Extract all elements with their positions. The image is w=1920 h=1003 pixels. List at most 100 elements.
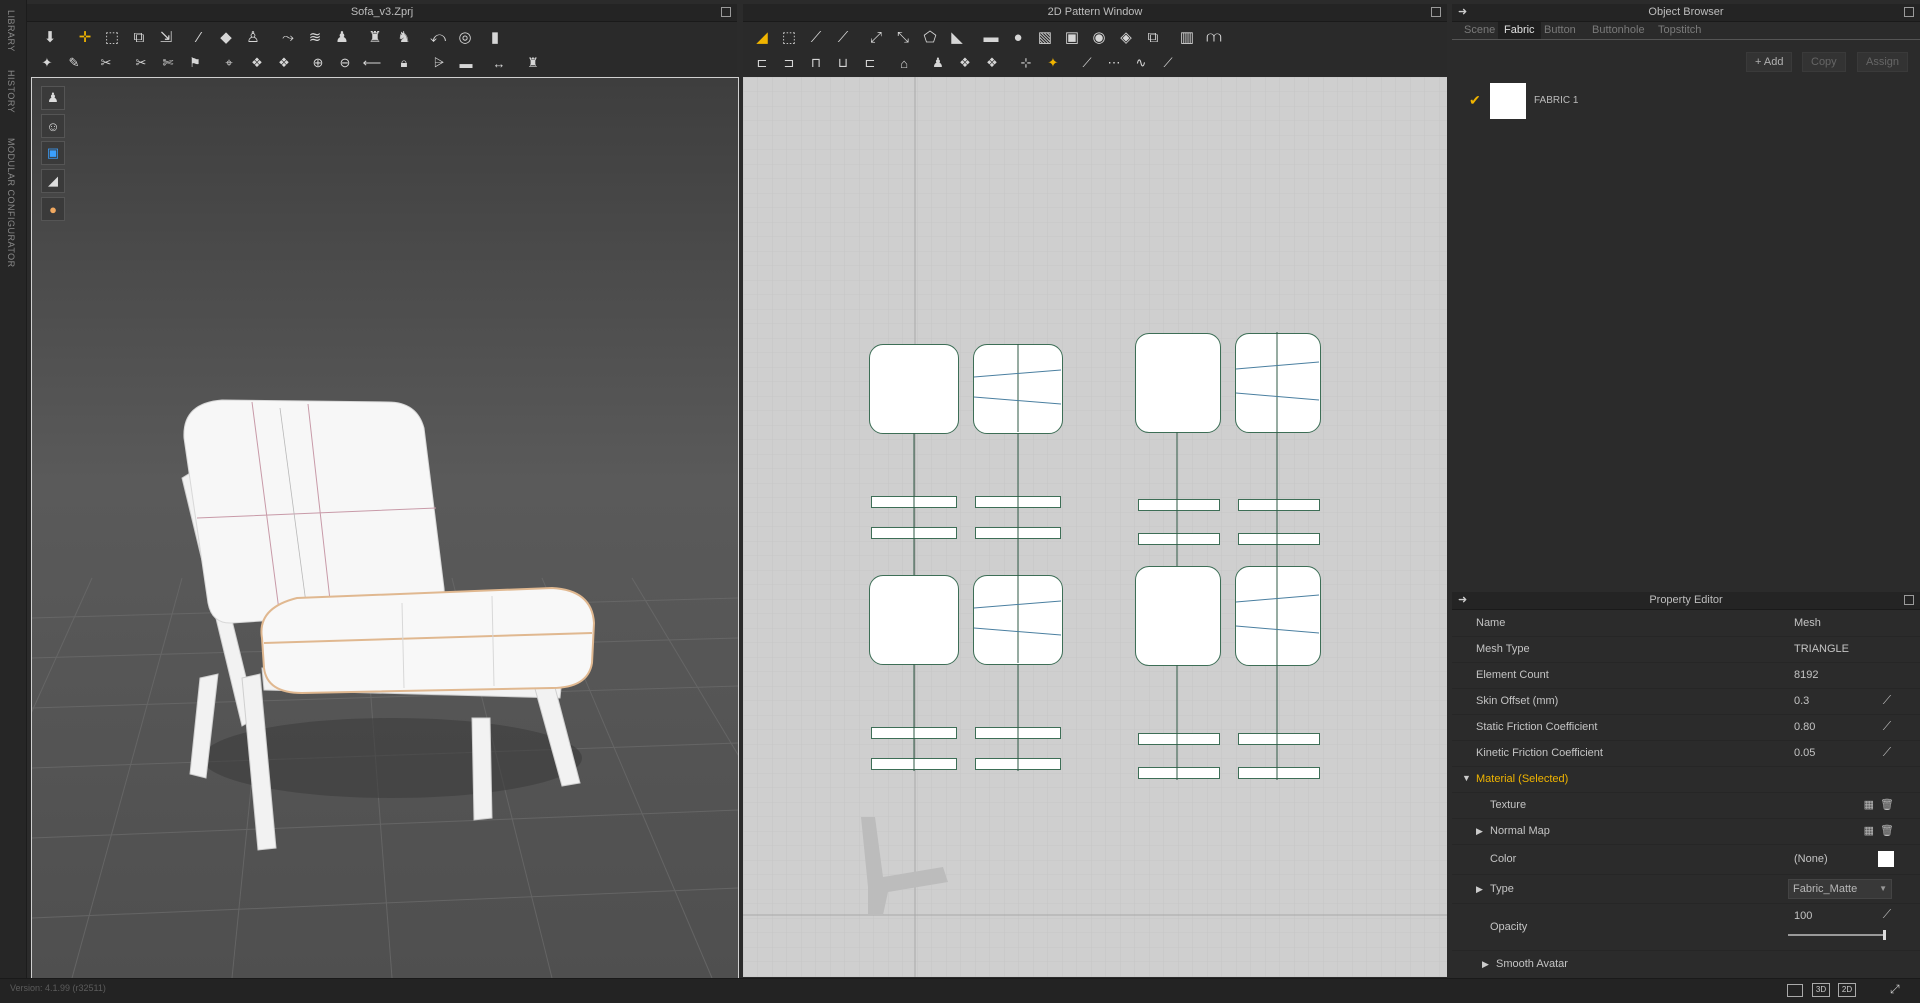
flag-icon[interactable]: ⚑	[184, 52, 206, 74]
tab-scene[interactable]: Scene	[1458, 22, 1501, 39]
collapse-arrow-icon[interactable]: ➜	[1458, 4, 1467, 21]
pattern-piece[interactable]	[1135, 566, 1221, 666]
puckering-icon[interactable]: ⟋	[1157, 52, 1179, 74]
viewport3d[interactable]: ♟ ☺ ▣ ◢ ●	[31, 77, 739, 979]
grid-icon[interactable]: ▦	[1864, 824, 1874, 837]
prop-value[interactable]: 0.05	[1794, 740, 1815, 766]
prop-value[interactable]: 100	[1794, 906, 1812, 926]
material-section-header[interactable]: ▼ Material (Selected)	[1452, 766, 1920, 793]
avatar-garment-icon[interactable]: ♜	[364, 26, 386, 48]
popout-icon[interactable]	[721, 7, 731, 17]
pattern-strip[interactable]	[1238, 733, 1320, 745]
pattern-strip[interactable]	[1138, 533, 1220, 545]
pattern-piece[interactable]	[869, 575, 959, 665]
pattern-strip[interactable]	[1138, 733, 1220, 745]
grading-icon[interactable]: ❖	[981, 52, 1003, 74]
prop-value[interactable]: 0.80	[1794, 714, 1815, 740]
transform-pattern-icon[interactable]: ⬚	[778, 26, 800, 48]
view-3d-icon[interactable]: 3D	[1812, 983, 1830, 997]
prop-value[interactable]: 8192	[1794, 662, 1818, 688]
pattern-viewport[interactable]	[743, 77, 1447, 977]
collapse-arrow-icon[interactable]: ➜	[1458, 592, 1467, 609]
pattern-strip[interactable]	[975, 758, 1061, 770]
free-topstitch-icon[interactable]: ∿	[1130, 52, 1152, 74]
pattern-strip[interactable]	[1138, 499, 1220, 511]
expand-right-icon[interactable]: ▶	[1476, 826, 1483, 837]
circle-icon[interactable]: ●	[1007, 26, 1029, 48]
select-box-icon[interactable]: ⬚	[101, 26, 123, 48]
pattern-strip[interactable]	[1238, 533, 1320, 545]
trash-icon[interactable]: 🗑︎	[1880, 824, 1894, 837]
pattern-strip[interactable]	[1238, 499, 1320, 511]
garment-icon[interactable]: ♙	[242, 26, 264, 48]
pattern-strip[interactable]	[975, 496, 1061, 508]
gather-icon[interactable]: ⩋	[1203, 26, 1225, 48]
trace-icon[interactable]: ⧉	[1142, 26, 1164, 48]
tape-icon[interactable]: ▬	[455, 52, 477, 74]
rectangle-icon[interactable]: ▬	[980, 26, 1002, 48]
sidebar-tab-modular-configurator[interactable]: MODULAR CONFIGURATOR	[6, 138, 16, 268]
check-sewing-icon[interactable]: ⊏	[859, 52, 881, 74]
pattern-strip[interactable]	[871, 727, 957, 739]
buttonhole-2d-icon[interactable]: ✦	[1042, 52, 1064, 74]
sidebar-tab-history[interactable]: HISTORY	[6, 70, 16, 113]
pattern-strip[interactable]	[1238, 767, 1320, 779]
add-point-icon[interactable]: ⤢	[865, 26, 887, 48]
align-icon[interactable]: ↔	[488, 52, 510, 74]
internal-circle-icon[interactable]: ◉	[1088, 26, 1110, 48]
pleat-icon[interactable]: ▥	[1176, 26, 1198, 48]
edit-point-icon[interactable]: ⟋	[805, 26, 827, 48]
segment-topstitch-icon[interactable]: ⋯	[1103, 52, 1125, 74]
trash-icon[interactable]: 🗑︎	[1880, 798, 1894, 811]
sidebar-tab-library[interactable]: LIBRARY	[6, 10, 16, 52]
walk-icon[interactable]: ✦	[36, 52, 58, 74]
pattern-texture-2d-icon[interactable]: ❖	[954, 52, 976, 74]
popout-icon[interactable]	[1431, 7, 1441, 17]
pattern-strip[interactable]	[1138, 767, 1220, 779]
lock-icon[interactable]: 🔒︎	[393, 52, 415, 74]
internal-polygon-icon[interactable]: ◣	[946, 26, 968, 48]
seam-icon[interactable]: ⊏	[751, 52, 773, 74]
add-button[interactable]: + Add	[1746, 52, 1793, 72]
buttonhole-icon[interactable]: ⊖	[334, 52, 356, 74]
topstitch-icon[interactable]: ⟋	[1076, 52, 1098, 74]
segment-sewing-icon[interactable]: ⊐	[778, 52, 800, 74]
graph-edit-icon[interactable]: ⟋	[1880, 693, 1894, 707]
graph-edit-icon[interactable]: ⟋	[1880, 745, 1894, 759]
prop-value[interactable]: 0.3	[1794, 688, 1809, 714]
arrange-icon[interactable]: ⤳	[277, 26, 299, 48]
curve-icon[interactable]: ⤺	[427, 26, 449, 48]
tab-button[interactable]: Button	[1538, 22, 1582, 39]
scissors-icon[interactable]: ✄	[157, 52, 179, 74]
dart-icon[interactable]: ◈	[1115, 26, 1137, 48]
button-icon[interactable]: ⊕	[307, 52, 329, 74]
iron-icon[interactable]: ⌂	[893, 52, 915, 74]
multi-sewing-icon[interactable]: ⊔	[832, 52, 854, 74]
popout-icon[interactable]	[1904, 595, 1914, 605]
tab-buttonhole[interactable]: Buttonhole	[1586, 22, 1651, 39]
edit-pattern-icon[interactable]: ◢	[751, 26, 773, 48]
brush-icon[interactable]: ✂	[95, 52, 117, 74]
prop-value[interactable]: TRIANGLE	[1794, 636, 1849, 662]
pattern-piece[interactable]	[869, 344, 959, 434]
internal-rectangle-icon[interactable]: ▣	[1061, 26, 1083, 48]
pattern-piece[interactable]	[1235, 566, 1321, 666]
fitting-icon[interactable]: ♞	[393, 26, 415, 48]
zipper-icon[interactable]: ⩥	[428, 52, 450, 74]
assign-button[interactable]: Assign	[1857, 52, 1909, 72]
fullscreen-icon[interactable]: ⤢	[1890, 982, 1900, 997]
pattern-piece[interactable]	[1235, 333, 1321, 433]
graphic-icon[interactable]: ⊹	[1015, 52, 1037, 74]
pattern-texture-icon[interactable]: ❖	[246, 52, 268, 74]
pattern-piece[interactable]	[973, 575, 1063, 665]
graph-edit-icon[interactable]: ⟋	[1880, 907, 1894, 921]
tab-topstitch[interactable]: Topstitch	[1652, 22, 1707, 39]
edit-pin-icon[interactable]: ✎	[63, 52, 85, 74]
copy-button[interactable]: Copy	[1802, 52, 1846, 72]
cut-icon[interactable]: ✂	[130, 52, 152, 74]
color-swatch[interactable]	[1878, 851, 1894, 867]
free-sewing-icon[interactable]: ⊓	[805, 52, 827, 74]
internal-rect-icon[interactable]: ▧	[1034, 26, 1056, 48]
expand-right-icon[interactable]: ▶	[1476, 884, 1483, 895]
measure-icon[interactable]: ◎	[454, 26, 476, 48]
